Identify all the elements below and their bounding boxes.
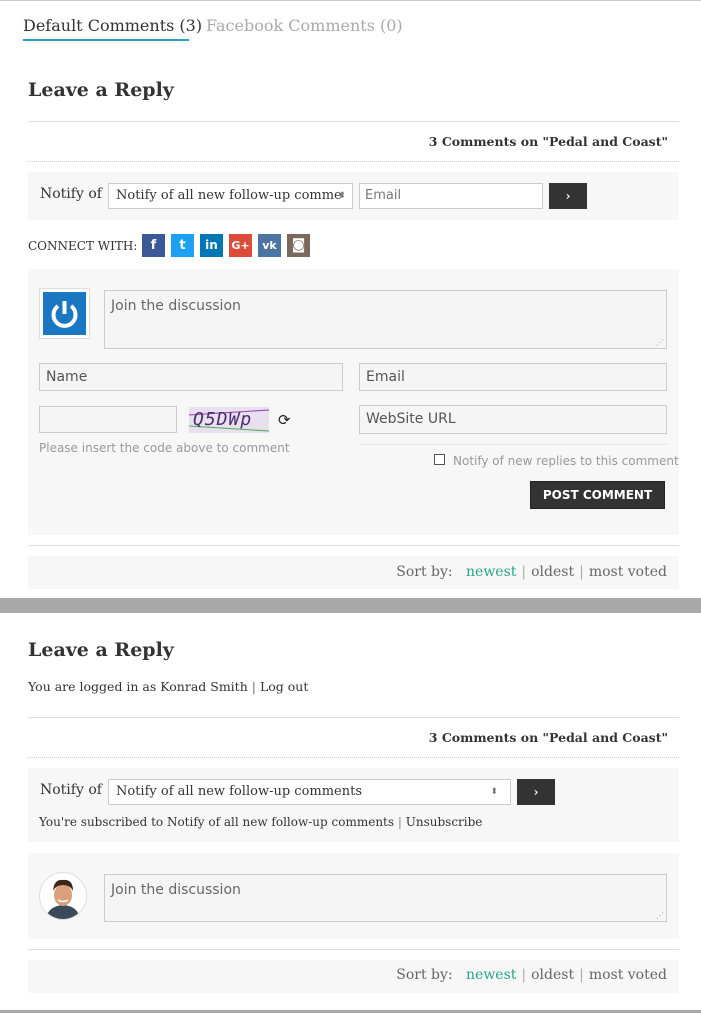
email-field-placeholder: Email <box>366 369 405 385</box>
sort-controls: Sort by: newest | oldest | most voted <box>396 564 667 580</box>
name-placeholder: Name <box>46 369 88 385</box>
captcha-image: Q5DWp <box>189 407 269 433</box>
logout-link[interactable]: Log out <box>260 679 308 694</box>
notify-label: Notify of <box>40 186 102 202</box>
separator: | <box>251 679 256 694</box>
sort-most-voted-link[interactable]: most voted <box>589 564 667 580</box>
captcha-input[interactable] <box>39 406 177 433</box>
separator <box>359 444 667 445</box>
logged-in-text: You are logged in as Konrad Smith <box>28 679 248 694</box>
separator <box>28 717 679 718</box>
sort-oldest-link[interactable]: oldest <box>531 967 574 983</box>
chevron-right-icon: › <box>533 785 539 799</box>
tab-default-comments[interactable]: Default Comments (3) <box>23 16 202 35</box>
notify-select-value: Notify of all new follow-up comments <box>116 784 363 799</box>
avatar <box>39 288 90 339</box>
unsubscribe-link[interactable]: Unsubscribe <box>406 815 483 829</box>
notify-replies-label: Notify of new replies to this comment <box>453 454 679 468</box>
resize-grip-icon: ⋰ <box>656 911 664 920</box>
website-placeholder: WebSite URL <box>366 411 456 427</box>
avatar <box>39 872 87 920</box>
sort-newest-link[interactable]: newest <box>466 967 516 983</box>
power-icon <box>43 292 86 335</box>
resize-grip-icon: ⋰ <box>656 338 664 347</box>
subscribed-text: You're subscribed to Notify of all new f… <box>39 815 395 829</box>
notify-replies-checkbox[interactable] <box>434 454 445 465</box>
logged-in-status: You are logged in as Konrad Smith | Log … <box>28 679 308 694</box>
top-border <box>0 0 701 1</box>
dotted-separator <box>28 161 679 162</box>
active-tab-indicator <box>23 39 189 41</box>
tab-facebook-comments[interactable]: Facebook Comments (0) <box>206 16 403 35</box>
vk-icon[interactable]: vk <box>258 234 281 257</box>
discussion-placeholder: Join the discussion <box>111 298 241 314</box>
post-comment-button[interactable]: POST COMMENT <box>530 481 665 509</box>
sort-most-voted-link[interactable]: most voted <box>589 967 667 983</box>
refresh-captcha-icon[interactable]: ⟳ <box>278 411 291 429</box>
twitter-icon[interactable]: t <box>171 234 194 257</box>
instagram-icon[interactable]: ◙ <box>287 234 310 257</box>
discussion-placeholder: Join the discussion <box>111 882 241 898</box>
sort-newest-link[interactable]: newest <box>466 564 516 580</box>
captcha-hint: Please insert the code above to comment <box>39 441 290 455</box>
dotted-separator <box>28 757 679 758</box>
comments-count: 3 Comments on "Pedal and Coast" <box>428 134 668 149</box>
notify-select-value: Notify of all new follow-up comme <box>116 188 342 203</box>
comments-count: 3 Comments on "Pedal and Coast" <box>428 730 668 745</box>
google-plus-icon[interactable]: G+ <box>229 234 252 257</box>
discussion-textarea[interactable]: Join the discussion ⋰ <box>104 874 667 922</box>
facebook-icon[interactable]: f <box>142 234 165 257</box>
select-arrows-icon: ⬍ <box>490 787 498 797</box>
discussion-textarea[interactable]: Join the discussion ⋰ <box>104 290 667 349</box>
chevron-right-icon: › <box>565 189 571 203</box>
subscribe-button[interactable]: › <box>517 779 555 805</box>
website-field[interactable]: WebSite URL <box>359 405 667 434</box>
separator <box>28 949 679 950</box>
connect-with-label: CONNECT WITH: <box>28 239 138 253</box>
notify-select[interactable]: Notify of all new follow-up comments ⬍ <box>108 779 511 805</box>
section-divider <box>0 598 701 613</box>
subscribe-button[interactable]: › <box>549 183 587 209</box>
sort-controls: Sort by: newest | oldest | most voted <box>396 967 667 983</box>
separator <box>28 545 679 546</box>
select-arrows-icon: ⬍ <box>338 191 346 201</box>
sort-label: Sort by: <box>396 564 453 580</box>
sort-label: Sort by: <box>396 967 453 983</box>
email-field[interactable]: Email <box>359 363 667 391</box>
name-field[interactable]: Name <box>39 363 343 391</box>
separator <box>28 121 679 122</box>
notify-select[interactable]: Notify of all new follow-up comme ⬍ <box>108 183 353 209</box>
captcha-text: Q5DWp <box>193 409 253 430</box>
subscribe-email-input[interactable]: Email <box>359 183 543 209</box>
email-placeholder: Email <box>365 188 402 203</box>
user-portrait-icon <box>40 873 86 919</box>
subscription-status: You're subscribed to Notify of all new f… <box>39 815 483 829</box>
leave-reply-heading: Leave a Reply <box>28 639 174 661</box>
linkedin-icon[interactable]: in <box>200 234 223 257</box>
leave-reply-heading: Leave a Reply <box>28 79 174 101</box>
notify-label: Notify of <box>40 782 102 798</box>
sort-oldest-link[interactable]: oldest <box>531 564 574 580</box>
